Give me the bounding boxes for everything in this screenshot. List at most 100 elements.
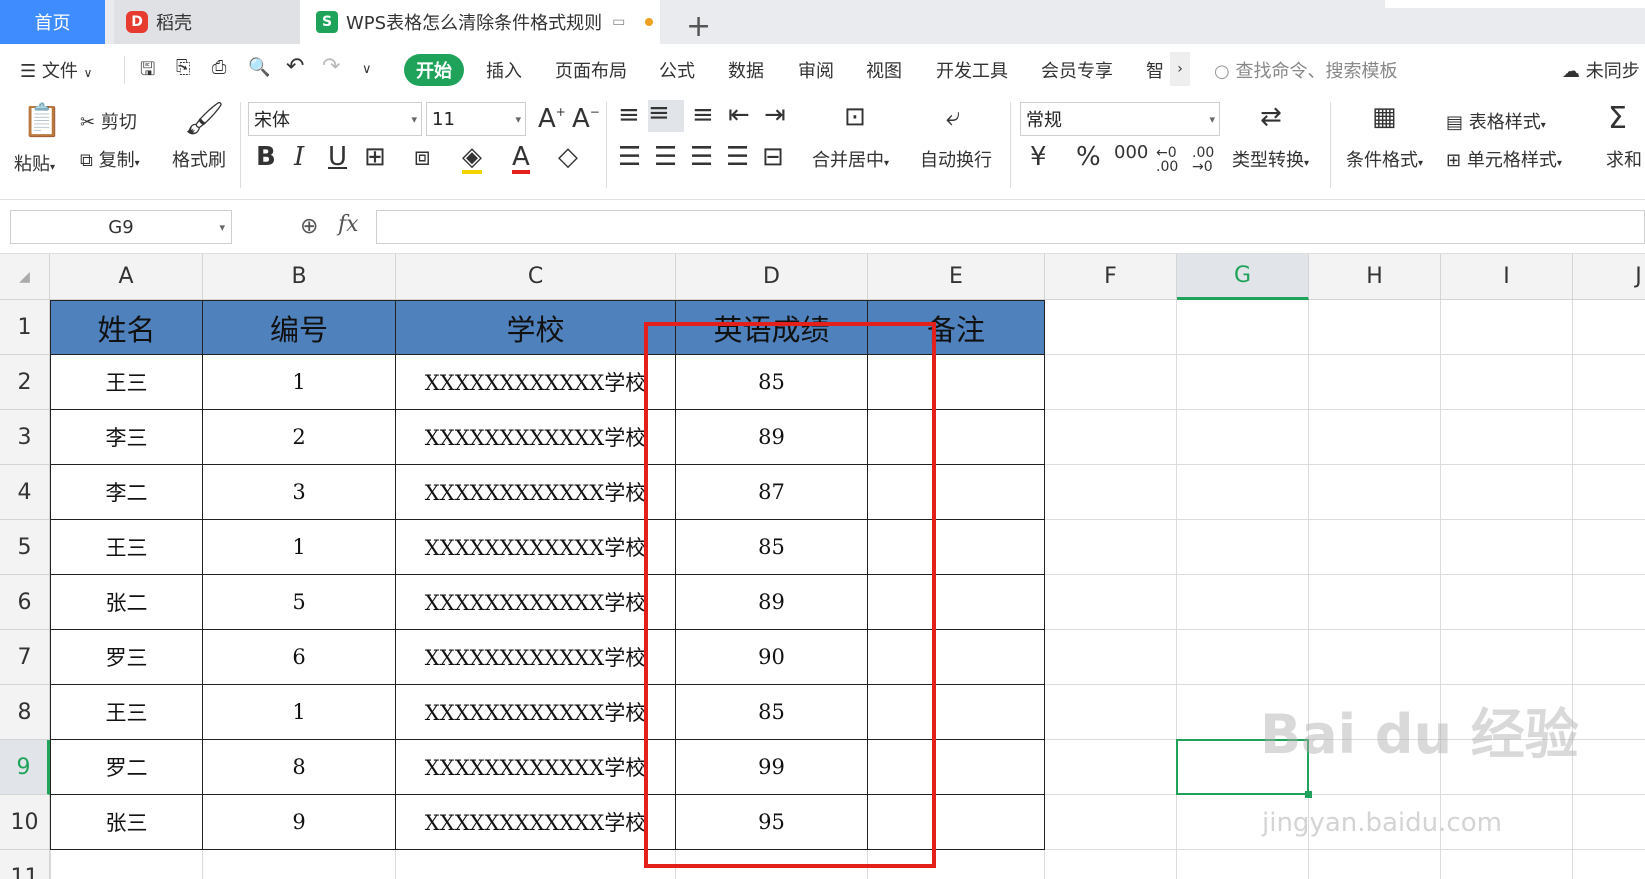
formula-input[interactable] [376,210,1645,244]
align-center-icon[interactable]: ☰ [654,144,677,170]
font-shrink-icon[interactable]: A− [572,106,600,132]
menu-member[interactable]: 会员专享 [1041,57,1113,83]
redo-icon[interactable]: ↷ [322,54,340,79]
column-header-h[interactable]: H [1309,254,1441,300]
header-cell-id[interactable]: 编号 [203,300,396,355]
fill-color-icon[interactable]: ◈ [462,144,482,174]
percent-icon[interactable]: % [1076,144,1101,170]
data-cell[interactable]: XXXXXXXXXXXX学校 [396,740,676,795]
menu-view[interactable]: 视图 [866,57,902,83]
convert-icon[interactable]: ⇄ [1260,104,1282,130]
menu-insert[interactable]: 插入 [486,57,522,83]
column-header-e[interactable]: E [868,254,1045,300]
menu-scroll-right-icon[interactable]: › [1170,52,1190,86]
menu-review[interactable]: 审阅 [798,57,834,83]
data-cell[interactable]: XXXXXXXXXXXX学校 [396,410,676,465]
spreadsheet-grid[interactable]: ◢ A B C D E F G H I J 1 2 3 4 5 6 7 8 9 10 11 姓名 编号 学校 英语成绩 备注 王三 1 X… [0,254,1645,879]
row-header-9[interactable]: 9 [0,740,50,795]
header-cell-school[interactable]: 学校 [396,300,676,355]
underline-icon[interactable]: U [328,144,347,170]
print-icon[interactable]: ⎙ [212,57,226,78]
data-cell[interactable]: 2 [203,410,396,465]
column-header-f[interactable]: F [1045,254,1177,300]
data-cell[interactable]: XXXXXXXXXXXX学校 [396,355,676,410]
row-header-10[interactable]: 10 [0,795,50,850]
decimal-increase-icon[interactable]: ←0.00 [1156,146,1178,174]
data-cell[interactable]: 张三 [50,795,203,850]
align-left-icon[interactable]: ☰ [618,144,641,170]
monitor-icon[interactable]: ▭ [612,14,625,30]
tab-daoke[interactable]: D 稻壳 [114,0,300,44]
menu-data[interactable]: 数据 [728,57,764,83]
bold-icon[interactable]: B [256,144,276,170]
data-cell[interactable]: XXXXXXXXXXXX学校 [396,520,676,575]
align-right-icon[interactable]: ☰ [690,144,713,170]
data-cell[interactable]: 5 [203,575,396,630]
decimal-decrease-icon[interactable]: .00 →0 [1192,146,1214,174]
wrap-text-icon[interactable]: ⤶ [946,104,961,130]
italic-icon[interactable]: I [294,144,304,170]
font-color-icon[interactable]: A [512,144,530,174]
fx-icon[interactable]: fx [338,212,359,237]
data-cell[interactable]: 3 [203,465,396,520]
align-middle-icon[interactable]: ≡ [648,100,684,132]
data-cell[interactable]: XXXXXXXXXXXX学校 [396,465,676,520]
font-name-select[interactable]: 宋体 ▾ [248,102,422,136]
data-cell[interactable]: XXXXXXXXXXXX学校 [396,795,676,850]
name-box[interactable]: G9 ▾ [10,210,232,244]
data-cell[interactable]: 李三 [50,410,203,465]
sum-button[interactable]: 求和 [1606,146,1642,172]
column-header-d[interactable]: D [676,254,868,300]
number-format-select[interactable]: 常规 ▾ [1020,102,1220,136]
menu-page-layout[interactable]: 页面布局 [555,57,627,83]
row-header-2[interactable]: 2 [0,355,50,410]
align-top-icon[interactable]: ≡ [618,102,640,128]
cut-button[interactable]: ✂ 剪切 [80,108,137,134]
menu-developer[interactable]: 开发工具 [936,57,1008,83]
menu-start[interactable]: 开始 [404,54,464,86]
data-cell[interactable]: 1 [203,685,396,740]
table-style-button[interactable]: ▤ 表格样式▾ [1446,108,1546,134]
conditional-format-icon[interactable]: ▦ [1372,104,1397,130]
wrap-text-button[interactable]: 自动换行 [920,146,992,172]
brush-icon[interactable]: 🖌 [184,102,225,134]
paste-button[interactable]: 粘贴▾ [14,150,55,176]
data-cell[interactable]: XXXXXXXXXXXX学校 [396,685,676,740]
undo-icon[interactable]: ↶ [286,54,304,79]
row-header-5[interactable]: 5 [0,520,50,575]
format-painter-button[interactable]: 格式刷 [172,146,226,172]
save-icon[interactable]: 🖫 [140,57,155,87]
indent-increase-icon[interactable]: ⇥ [764,102,786,128]
data-cell[interactable]: 1 [203,520,396,575]
menu-formula[interactable]: 公式 [659,57,695,83]
row-header-8[interactable]: 8 [0,685,50,740]
column-header-c[interactable]: C [396,254,676,300]
border-icon[interactable]: ⊞ [364,144,386,170]
align-bottom-icon[interactable]: ≡ [692,102,714,128]
sync-status[interactable]: ☁ 未同步 [1562,57,1640,83]
distributed-icon[interactable]: ⊟ [762,144,784,170]
justify-icon[interactable]: ☰ [726,144,749,170]
data-cell[interactable]: 8 [203,740,396,795]
zoom-formula-icon[interactable]: ⊕ [300,214,318,239]
font-size-select[interactable]: 11 ▾ [426,102,526,136]
row-header-4[interactable]: 4 [0,465,50,520]
fill-handle[interactable] [1305,791,1312,798]
tab-document[interactable]: S WPS表格怎么清除条件格式规则 ▭ [300,0,660,44]
row-header-6[interactable]: 6 [0,575,50,630]
paste-icon[interactable]: 📋 [22,104,62,136]
new-tab-button[interactable]: + [686,4,711,48]
row-header-11[interactable]: 11 [0,850,50,879]
tab-home[interactable]: 首页 [0,0,105,44]
column-header-g[interactable]: G [1177,254,1309,300]
column-header-a[interactable]: A [50,254,203,300]
data-cell[interactable]: XXXXXXXXXXXX学校 [396,575,676,630]
sum-icon[interactable]: Σ [1608,104,1627,134]
data-cell[interactable]: 王三 [50,355,203,410]
type-convert-button[interactable]: 类型转换▾ [1232,146,1309,172]
column-header-b[interactable]: B [203,254,396,300]
eraser-icon[interactable]: ◇ [558,144,578,170]
search-box[interactable]: ○ 查找命令、搜索模板 [1214,57,1397,83]
cell-style-button[interactable]: ⊞ 单元格样式▾ [1446,146,1562,172]
export-icon[interactable]: ⎘ [176,57,190,78]
